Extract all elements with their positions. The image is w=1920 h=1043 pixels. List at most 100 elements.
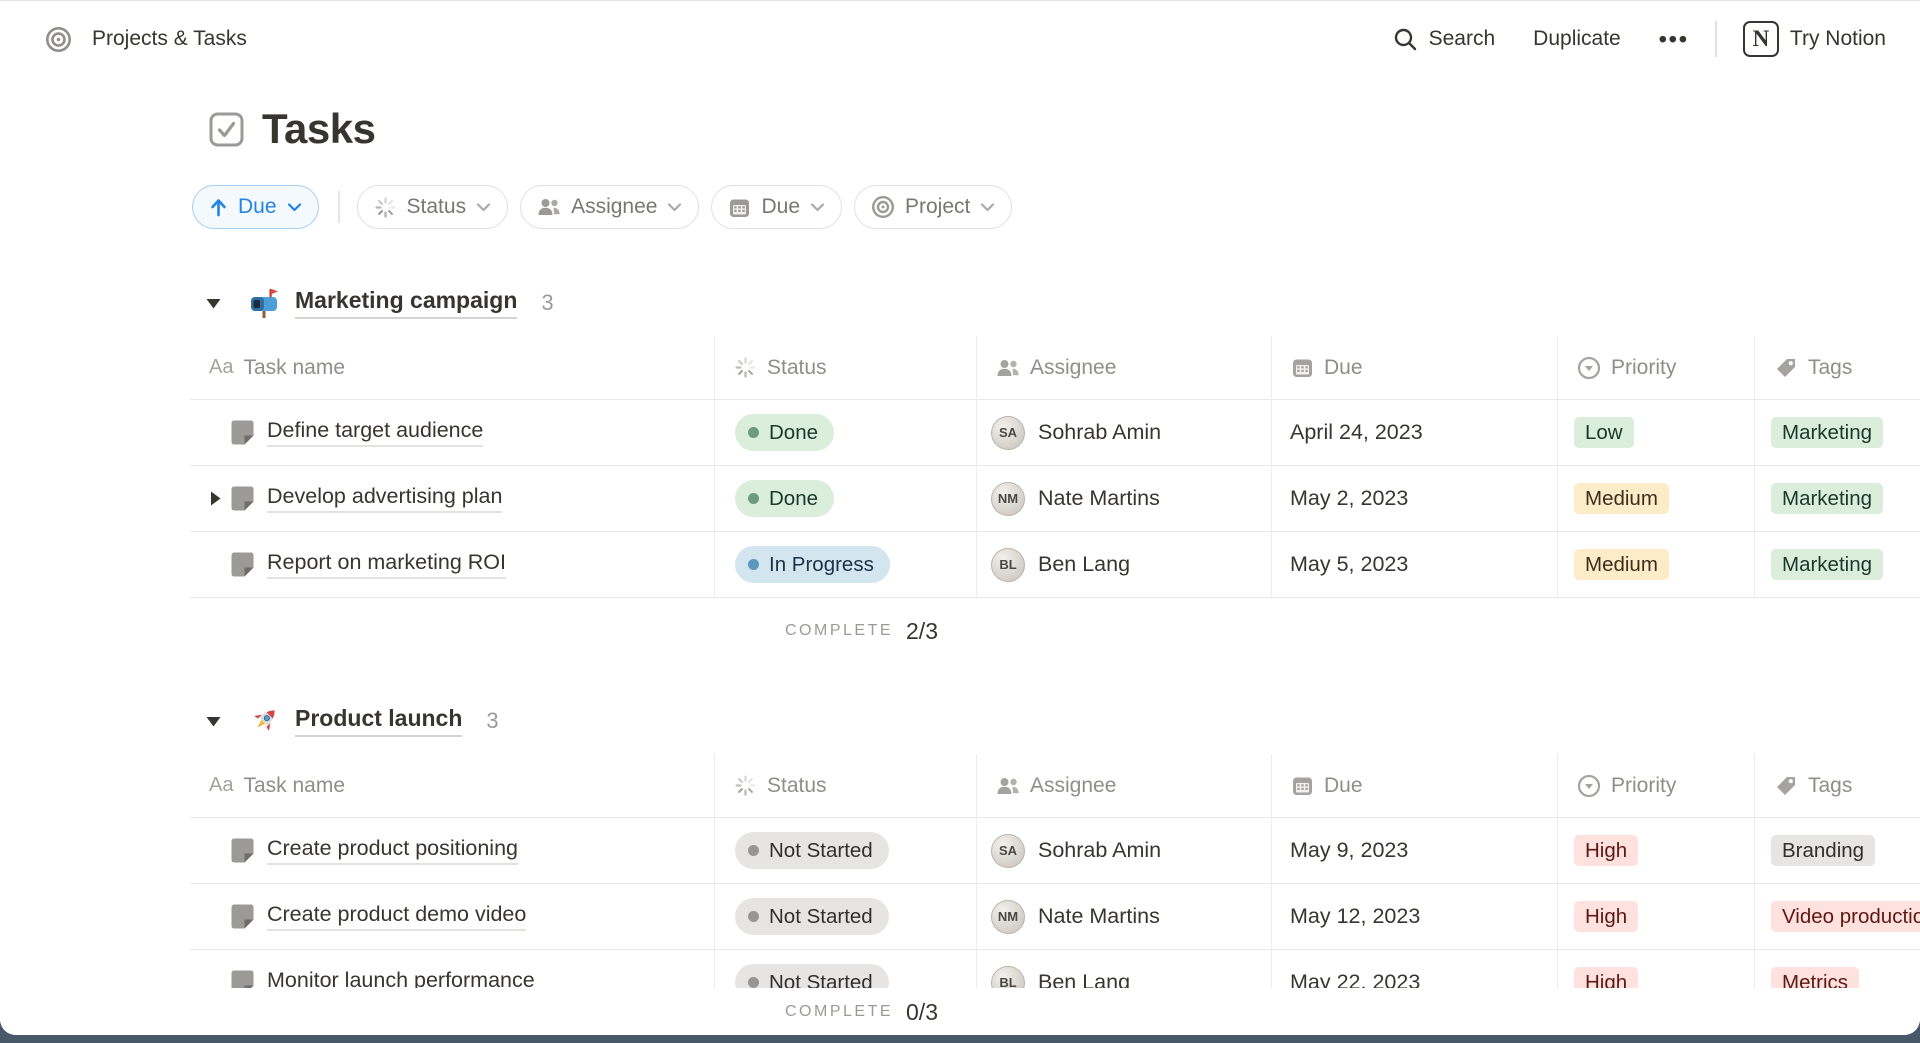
text-aa-icon: Aa — [209, 356, 233, 379]
task-name-cell[interactable]: Report on marketing ROI — [190, 532, 715, 597]
sort-due-pill[interactable]: Due — [192, 185, 319, 229]
tags-cell[interactable]: Branding — [1755, 818, 1920, 883]
priority-tag: High — [1574, 835, 1638, 866]
assignee-name: Nate Martins — [1038, 904, 1160, 929]
group-title[interactable]: Product launch — [295, 705, 462, 737]
complete-calc-row[interactable]: COMPLETE 2/3 — [190, 598, 1920, 664]
due-date-cell[interactable]: May 9, 2023 — [1272, 818, 1558, 883]
column-header-priority[interactable]: Priority — [1558, 336, 1755, 399]
column-header-priority[interactable]: Priority — [1558, 754, 1755, 817]
status-dot-icon — [748, 493, 759, 504]
column-header-assignee[interactable]: Assignee — [977, 336, 1272, 399]
due-date-cell[interactable]: May 2, 2023 — [1272, 466, 1558, 531]
status-cell[interactable]: Done — [715, 466, 977, 531]
page-title[interactable]: Tasks — [262, 103, 375, 155]
tag-pill: Video production — [1771, 901, 1920, 932]
priority-tag: Medium — [1574, 549, 1669, 580]
status-dot-icon — [748, 977, 759, 988]
priority-cell[interactable]: High — [1558, 818, 1755, 883]
group-title[interactable]: Marketing campaign — [295, 287, 517, 319]
group-marketing-campaign: Marketing campaign 3 Aa Task name — [0, 285, 1920, 664]
task-name-cell[interactable]: Create product positioning — [190, 818, 715, 883]
tags-cell[interactable]: Marketing — [1755, 400, 1920, 465]
task-name-cell[interactable]: Define target audience — [190, 400, 715, 465]
people-icon — [537, 196, 561, 218]
complete-calc-row[interactable]: COMPLETE 0/3 — [0, 988, 1920, 1035]
column-header-due[interactable]: Due — [1272, 754, 1558, 817]
people-icon — [996, 775, 1020, 797]
row-expand-toggle-icon[interactable] — [202, 490, 228, 507]
table-row: Create product demo video Not Started NM… — [190, 884, 1920, 950]
column-label: Task name — [243, 356, 345, 380]
status-cell[interactable]: In Progress — [715, 532, 977, 597]
assignee-cell[interactable]: NM Nate Martins — [977, 466, 1272, 531]
target-icon — [45, 26, 72, 53]
due-date: May 12, 2023 — [1290, 904, 1420, 929]
column-header-assignee[interactable]: Assignee — [977, 754, 1272, 817]
priority-cell[interactable]: Medium — [1558, 466, 1755, 531]
due-date-cell[interactable]: April 24, 2023 — [1272, 400, 1558, 465]
filter-status-pill[interactable]: Status — [357, 185, 509, 229]
status-dot-icon — [748, 559, 759, 570]
assignee-cell[interactable]: SA Sohrab Amin — [977, 818, 1272, 883]
page-icon — [228, 418, 257, 447]
priority-cell[interactable]: Medium — [1558, 532, 1755, 597]
tags-cell[interactable]: Marketing — [1755, 532, 1920, 597]
column-header-tags[interactable]: Tags — [1755, 336, 1920, 399]
column-label: Assignee — [1030, 356, 1116, 380]
status-cell[interactable]: Not Started — [715, 818, 977, 883]
due-date-cell[interactable]: May 5, 2023 — [1272, 532, 1558, 597]
table-row: Create product positioning Not Started S… — [190, 818, 1920, 884]
priority-cell[interactable]: Low — [1558, 400, 1755, 465]
filter-assignee-label: Assignee — [571, 195, 657, 219]
tag-pill: Marketing — [1771, 549, 1883, 580]
status-cell[interactable]: Not Started — [715, 884, 977, 949]
breadcrumb[interactable]: Projects & Tasks — [45, 26, 247, 53]
try-notion-button[interactable]: N Try Notion — [1743, 21, 1886, 57]
assignee-cell[interactable]: SA Sohrab Amin — [977, 400, 1272, 465]
group-collapse-toggle-icon[interactable] — [205, 715, 225, 728]
status-label: Done — [769, 421, 818, 445]
filter-project-pill[interactable]: Project — [854, 185, 1012, 229]
column-header-task-name[interactable]: Aa Task name — [190, 336, 715, 399]
assignee-cell[interactable]: NM Nate Martins — [977, 884, 1272, 949]
group-product-launch: Product launch 3 Aa Task name — [0, 703, 1920, 1016]
priority-tag: Low — [1574, 417, 1634, 448]
view-toolbar: Due Status — [192, 185, 1920, 229]
filter-project-label: Project — [905, 195, 970, 219]
tasks-table: Aa Task name Status — [190, 336, 1920, 664]
priority-cell[interactable]: High — [1558, 884, 1755, 949]
more-options-icon: ••• — [1659, 26, 1689, 53]
status-label: Not Started — [769, 839, 873, 863]
task-name-cell[interactable]: Create product demo video — [190, 884, 715, 949]
group-collapse-toggle-icon[interactable] — [205, 297, 225, 310]
tags-cell[interactable]: Marketing — [1755, 466, 1920, 531]
column-header-due[interactable]: Due — [1272, 336, 1558, 399]
filter-assignee-pill[interactable]: Assignee — [520, 185, 699, 229]
task-title: Define target audience — [267, 418, 483, 447]
column-header-tags[interactable]: Tags — [1755, 754, 1920, 817]
due-date: May 2, 2023 — [1290, 486, 1408, 511]
filter-due-pill[interactable]: Due — [711, 185, 842, 229]
column-header-task-name[interactable]: Aa Task name — [190, 754, 715, 817]
search-button[interactable]: Search — [1393, 27, 1496, 52]
page-icon — [228, 836, 257, 865]
notion-logo-icon: N — [1743, 21, 1779, 57]
duplicate-button[interactable]: Duplicate — [1533, 27, 1621, 51]
task-name-cell[interactable]: Develop advertising plan — [190, 466, 715, 531]
status-label: Done — [769, 487, 818, 511]
complete-label: COMPLETE — [785, 622, 893, 640]
toolbar-divider — [338, 191, 340, 223]
status-cell[interactable]: Done — [715, 400, 977, 465]
more-options-button[interactable]: ••• — [1659, 26, 1689, 53]
tags-cell[interactable]: Video production — [1755, 884, 1920, 949]
due-date-cell[interactable]: May 12, 2023 — [1272, 884, 1558, 949]
assignee-name: Sohrab Amin — [1038, 420, 1161, 445]
column-header-status[interactable]: Status — [715, 754, 977, 817]
due-date: May 5, 2023 — [1290, 552, 1408, 577]
checkbox-page-icon[interactable] — [208, 111, 245, 148]
assignee-cell[interactable]: BL Ben Lang — [977, 532, 1272, 597]
tag-pill: Marketing — [1771, 417, 1883, 448]
due-date: April 24, 2023 — [1290, 420, 1423, 445]
column-header-status[interactable]: Status — [715, 336, 977, 399]
